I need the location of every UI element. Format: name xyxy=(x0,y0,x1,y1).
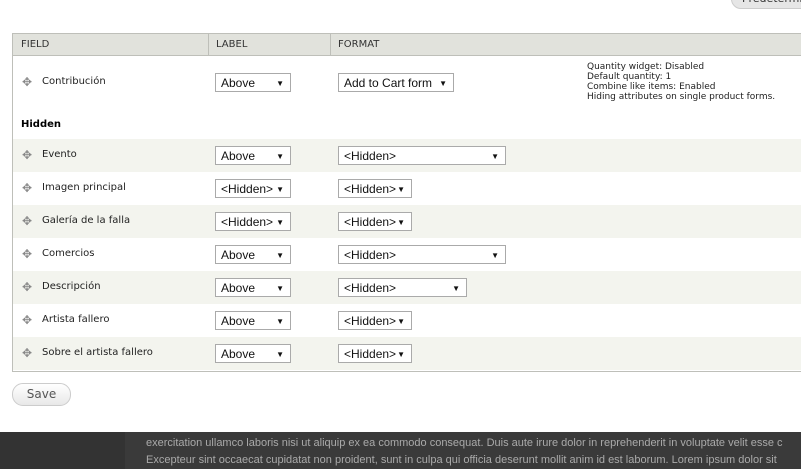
chevron-down-icon: ▼ xyxy=(276,317,284,326)
label-select[interactable]: Above ▼ xyxy=(215,73,291,92)
chevron-down-icon: ▼ xyxy=(452,284,460,293)
chevron-down-icon: ▼ xyxy=(276,218,284,227)
field-name: Sobre el artista fallero xyxy=(42,347,153,358)
format-select-value: <Hidden> xyxy=(344,281,397,295)
format-select-value: Add to Cart form xyxy=(344,76,433,90)
label-select[interactable]: Above ▼ xyxy=(215,311,291,330)
header-label: LABEL xyxy=(216,39,248,50)
chevron-down-icon: ▼ xyxy=(276,185,284,194)
label-select-value: Above xyxy=(221,248,256,262)
label-select-value: Above xyxy=(221,76,256,90)
chevron-down-icon: ▼ xyxy=(397,350,405,359)
format-select[interactable]: <Hidden> ▼ xyxy=(338,278,467,297)
format-select-value: <Hidden> xyxy=(344,347,397,361)
drag-handle-icon[interactable]: ✥ xyxy=(22,148,32,162)
format-select-value: <Hidden> xyxy=(344,314,397,328)
save-button[interactable]: Save xyxy=(12,383,71,406)
chevron-down-icon: ▼ xyxy=(491,152,499,161)
background-page-content: exercitation ullamco laboris nisi ut ali… xyxy=(0,432,801,469)
format-select[interactable]: <Hidden> ▼ xyxy=(338,146,506,165)
format-select[interactable]: <Hidden> ▼ xyxy=(338,344,412,363)
table-row: ✥ Evento Above ▼ <Hidden> ▼ xyxy=(13,139,801,172)
table-row: ✥ Sobre el artista fallero Above ▼ <Hidde… xyxy=(13,337,801,370)
chevron-down-icon: ▼ xyxy=(397,218,405,227)
table-row: ✥ Descripción Above ▼ <Hidden> ▼ xyxy=(13,271,801,304)
label-select[interactable]: Above ▼ xyxy=(215,146,291,165)
chevron-down-icon: ▼ xyxy=(276,251,284,260)
summary-line: Combine like items: Enabled xyxy=(587,82,716,92)
label-select[interactable]: Above ▼ xyxy=(215,278,291,297)
table-row: ✥ Imagen principal <Hidden> ▼ <Hidden> ▼ xyxy=(13,172,801,205)
format-select-value: <Hidden> xyxy=(344,248,397,262)
drag-handle-icon[interactable]: ✥ xyxy=(22,75,32,89)
drag-handle-icon[interactable]: ✥ xyxy=(22,214,32,228)
field-name: Descripción xyxy=(42,281,101,292)
chevron-down-icon: ▼ xyxy=(397,185,405,194)
label-select-value: Above xyxy=(221,281,256,295)
header-format: FORMAT xyxy=(338,39,380,50)
format-select[interactable]: <Hidden> ▼ xyxy=(338,311,412,330)
format-select-value: <Hidden> xyxy=(344,149,397,163)
label-select-value: <Hidden> xyxy=(221,182,274,196)
hidden-region-title: Hidden xyxy=(13,109,801,139)
predetermined-button[interactable]: Predetermina xyxy=(731,0,801,9)
label-select-value: Above xyxy=(221,149,256,163)
summary-line: Hiding attributes on single product form… xyxy=(587,92,776,102)
background-text: Excepteur sint occaecat cupidatat non pr… xyxy=(146,454,777,466)
table-row: ✥ Comercios Above ▼ <Hidden> ▼ xyxy=(13,238,801,271)
summary-line: Quantity widget: Disabled xyxy=(587,62,705,72)
header-field: FIELD xyxy=(21,39,50,50)
label-select-value: <Hidden> xyxy=(221,215,274,229)
field-name: Comercios xyxy=(42,248,95,259)
chevron-down-icon: ▼ xyxy=(276,79,284,88)
formatter-summary: Quantity widget: Disabled Default quanti… xyxy=(587,62,775,102)
table-row: ✥ Contribución Above ▼ Add to Cart form ▼ … xyxy=(13,56,801,109)
chevron-down-icon: ▼ xyxy=(276,152,284,161)
format-select[interactable]: <Hidden> ▼ xyxy=(338,212,412,231)
field-name: Evento xyxy=(42,149,77,160)
drag-handle-icon[interactable]: ✥ xyxy=(22,346,32,360)
drag-handle-icon[interactable]: ✥ xyxy=(22,280,32,294)
drag-handle-icon[interactable]: ✥ xyxy=(22,181,32,195)
label-select[interactable]: <Hidden> ▼ xyxy=(215,179,291,198)
format-select[interactable]: Add to Cart form ▼ xyxy=(338,73,454,92)
chevron-down-icon: ▼ xyxy=(439,79,447,88)
table-row: ✥ Galería de la falla <Hidden> ▼ <Hidden>… xyxy=(13,205,801,238)
label-select[interactable]: Above ▼ xyxy=(215,245,291,264)
chevron-down-icon: ▼ xyxy=(276,350,284,359)
table-row: ✥ Artista fallero Above ▼ <Hidden> ▼ xyxy=(13,304,801,337)
field-display-table: FIELD LABEL FORMAT ✥ Contribución Above ▼… xyxy=(12,33,801,372)
format-select-value: <Hidden> xyxy=(344,182,397,196)
table-header: FIELD LABEL FORMAT xyxy=(13,34,801,56)
background-text: exercitation ullamco laboris nisi ut ali… xyxy=(146,437,783,449)
label-select[interactable]: <Hidden> ▼ xyxy=(215,212,291,231)
field-name: Imagen principal xyxy=(42,182,126,193)
label-select[interactable]: Above ▼ xyxy=(215,344,291,363)
hidden-region-label: Hidden xyxy=(21,119,62,130)
chevron-down-icon: ▼ xyxy=(276,284,284,293)
field-name: Artista fallero xyxy=(42,314,110,325)
field-name: Contribución xyxy=(42,76,106,87)
background-sidebar xyxy=(0,432,125,469)
chevron-down-icon: ▼ xyxy=(491,251,499,260)
label-select-value: Above xyxy=(221,314,256,328)
format-select[interactable]: <Hidden> ▼ xyxy=(338,179,412,198)
format-select[interactable]: <Hidden> ▼ xyxy=(338,245,506,264)
drag-handle-icon[interactable]: ✥ xyxy=(22,247,32,261)
label-select-value: Above xyxy=(221,347,256,361)
field-name: Galería de la falla xyxy=(42,215,131,226)
format-select-value: <Hidden> xyxy=(344,215,397,229)
drag-handle-icon[interactable]: ✥ xyxy=(22,313,32,327)
chevron-down-icon: ▼ xyxy=(397,317,405,326)
summary-line: Default quantity: 1 xyxy=(587,72,672,82)
